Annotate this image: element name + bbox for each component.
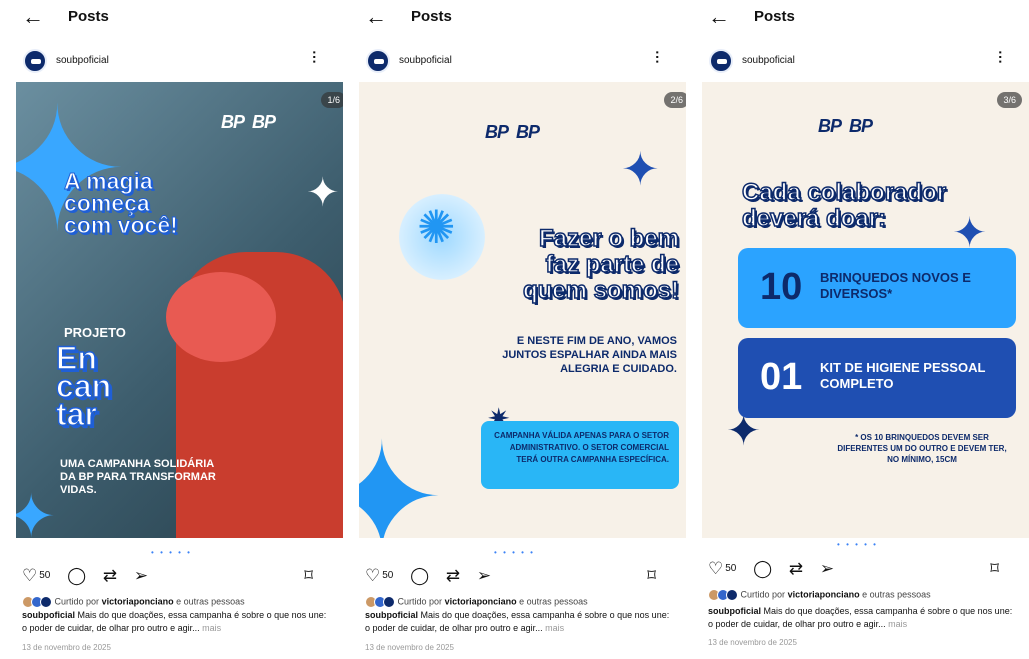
avatar[interactable] [23,49,47,73]
post-header: soubpoficial ⋯ [686,46,1029,76]
donation-item-hygiene-kit: 01 KIT DE HIGIENE PESSOAL COMPLETO [738,338,1016,418]
comment-icon[interactable]: ◯ [753,559,772,579]
post-header: soubpoficial ⋯ [343,46,686,76]
top-bar: ← Posts [0,0,343,38]
post-date: 13 de novembro de 2025 [365,643,454,652]
more-options-icon[interactable]: ⋯ [307,50,323,64]
liked-user-link[interactable]: victoriaponciano [102,596,174,606]
bookmark-icon[interactable]: ⌑ [647,566,656,586]
caption-username[interactable]: soubpoficial [365,610,418,620]
caption-username[interactable]: soubpoficial [22,610,75,620]
back-arrow-icon[interactable]: ← [365,6,387,28]
liker-avatars [365,596,395,608]
liked-by: Curtido por victoriaponciano e outras pe… [708,589,931,601]
sparkle-star-icon: ✦ [306,171,340,215]
bookmark-icon[interactable]: ⌑ [304,566,313,586]
avatar[interactable] [366,49,390,73]
notice-box: CAMPANHA VÁLIDA APENAS PARA O SETOR ADMI… [481,421,679,489]
slide-counter: 3/6 [997,92,1022,108]
back-arrow-icon[interactable]: ← [22,6,44,28]
post-date: 13 de novembro de 2025 [22,643,111,652]
carousel-dots: • • • • • [151,548,192,557]
liked-by: Curtido por victoriaponciano e outras pe… [365,596,588,608]
caption: soubpoficial Mais do que doações, essa c… [22,610,327,633]
bp-logos: BP BP [221,112,276,132]
liker-avatars [708,589,738,601]
avatar[interactable] [709,49,733,73]
more-link[interactable]: mais [202,623,221,633]
bookmark-icon[interactable]: ⌑ [990,559,999,579]
top-bar: ← Posts [343,0,686,38]
comment-icon[interactable]: ◯ [410,566,429,586]
username[interactable]: soubpoficial [56,55,109,66]
heart-icon[interactable]: ♡ [365,566,380,586]
liker-avatars [22,596,52,608]
project-name: En can tar [55,340,112,432]
headline: Cada colaborador deverá doar: [741,179,947,233]
page-title: Posts [68,8,109,25]
heart-icon[interactable]: ♡ [22,566,37,586]
carousel-dots: • • • • • [494,548,535,557]
post-image[interactable]: ✦ ✦ ✦ ✦ BP BP 1/6 A magia começa com voc… [16,82,356,538]
caption-username[interactable]: soubpoficial [708,606,761,616]
sparkle-star-icon: ✦ [621,143,660,195]
donation-item-toys: 10 BRINQUEDOS NOVOS E DIVERSOS* [738,248,1016,328]
top-bar: ← Posts [686,0,1029,38]
comment-icon[interactable]: ◯ [67,566,86,586]
back-arrow-icon[interactable]: ← [708,6,730,28]
liked-by: Curtido por victoriaponciano e outras pe… [22,596,245,608]
liked-user-link[interactable]: victoriaponciano [788,589,860,599]
more-options-icon[interactable]: ⋯ [993,50,1009,64]
like-count: 50 [39,570,51,581]
username[interactable]: soubpoficial [742,55,795,66]
campaign-description: UMA CAMPANHA SOLIDÁRIA DA BP PARA TRANSF… [60,458,216,496]
post-image[interactable]: BP BP 3/6 Cada colaborador deverá doar: … [702,82,1029,538]
donation-note: * OS 10 BRINQUEDOS DEVEM SER DIFERENTES … [837,433,1007,464]
post-date: 13 de novembro de 2025 [708,638,797,647]
more-link[interactable]: mais [545,623,564,633]
action-bar: ♡ 50 ◯ ⇄ ➢ ⌑ [22,566,325,586]
action-bar: ♡ 50 ◯ ⇄ ➢ ⌑ [708,559,1011,579]
liked-user-link[interactable]: victoriaponciano [445,596,517,606]
share-icon[interactable]: ➢ [134,566,148,586]
post-panel-2: ← Posts soubpoficial ⋯ BP BP 2/6 ✺ ✦ ✷ ✦… [343,0,699,659]
like-count: 50 [725,563,737,574]
page-title: Posts [411,8,452,25]
headline: Fazer o bem faz parte de quem somos! [522,225,680,305]
red-cap [166,272,276,362]
sparkle-star-icon: ✦ [359,414,445,538]
repost-icon[interactable]: ⇄ [103,566,117,586]
carousel-dots: • • • • • [837,540,878,549]
heart-icon[interactable]: ♡ [708,559,723,579]
page-title: Posts [754,8,795,25]
post-image[interactable]: BP BP 2/6 ✺ ✦ ✷ ✦ Fazer o bem faz parte … [359,82,699,538]
repost-icon[interactable]: ⇄ [446,566,460,586]
more-link[interactable]: mais [888,619,907,629]
bp-logos: BP BP [485,122,540,142]
sparkle-star-icon: ✦ [16,483,57,538]
project-label: PROJETO [64,325,126,340]
share-icon[interactable]: ➢ [820,559,834,579]
post-panel-1: ← Posts soubpoficial ⋯ ✦ ✦ ✦ ✦ BP BP 1/6… [0,0,356,659]
headline: A magia começa com você! [64,168,179,238]
bp-logos: BP BP [818,116,873,136]
action-bar: ♡ 50 ◯ ⇄ ➢ ⌑ [365,566,668,586]
caption: soubpoficial Mais do que doações, essa c… [365,610,670,633]
username[interactable]: soubpoficial [399,55,452,66]
post-header: soubpoficial ⋯ [0,46,343,76]
body-text: E NESTE FIM DE ANO, VAMOS JUNTOS ESPALHA… [502,335,677,375]
like-count: 50 [382,570,394,581]
share-icon[interactable]: ➢ [477,566,491,586]
repost-icon[interactable]: ⇄ [789,559,803,579]
post-panel-3: ← Posts soubpoficial ⋯ BP BP 3/6 Cada co… [686,0,1029,659]
more-options-icon[interactable]: ⋯ [650,50,666,64]
caption: soubpoficial Mais do que doações, essa c… [708,606,1013,629]
